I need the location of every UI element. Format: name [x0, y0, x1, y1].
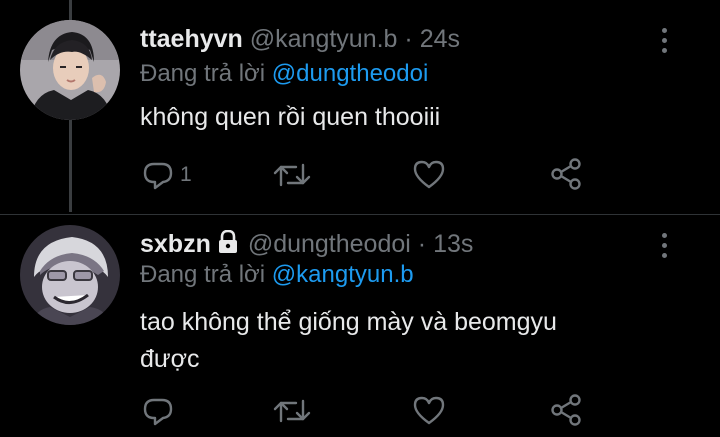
avatar-photo — [20, 20, 120, 120]
tweet-divider — [0, 214, 720, 215]
tweet-text-line: tao không thể giống mày và beomgyu — [140, 308, 557, 336]
replying-to-line: Đang trả lời @kangtyun.b — [140, 260, 414, 290]
share-icon — [551, 158, 581, 190]
reply-count: 1 — [180, 163, 192, 186]
like-icon — [413, 160, 445, 189]
share-button[interactable] — [549, 392, 583, 428]
tweet-text-line: được — [140, 345, 200, 373]
avatar[interactable] — [20, 20, 120, 120]
mention-link[interactable]: @kangtyun.b — [272, 261, 414, 288]
reply-icon — [143, 398, 173, 426]
timestamp[interactable]: 13s — [433, 230, 473, 258]
separator-dot: · — [404, 25, 413, 53]
like-button[interactable] — [412, 393, 446, 429]
retweet-button[interactable] — [272, 157, 312, 193]
reply-button[interactable] — [142, 393, 180, 429]
retweet-icon — [273, 399, 311, 423]
retweet-icon — [273, 163, 311, 187]
share-button[interactable] — [549, 156, 583, 192]
more-options-button[interactable] — [654, 231, 674, 261]
replying-prefix: Đang trả lời — [140, 60, 266, 87]
user-handle[interactable]: @kangtyun.b — [250, 25, 398, 53]
replying-to-line: Đang trả lời @dungtheodoi — [140, 59, 428, 89]
reply-button[interactable]: 1 — [142, 157, 192, 193]
retweet-button[interactable] — [272, 393, 312, 429]
like-button[interactable] — [412, 157, 446, 193]
user-handle[interactable]: @dungtheodoi — [248, 230, 411, 258]
avatar[interactable] — [20, 225, 120, 325]
tweet-header: ttaehyvn @kangtyun.b · 24s — [140, 24, 460, 54]
more-options-button[interactable] — [654, 26, 674, 56]
tweet-text: tao không thể giống mày và beomgyu được — [140, 304, 557, 378]
avatar-photo — [20, 225, 120, 325]
tweet-header: sxbzn @dungtheodoi · 13s — [140, 229, 473, 261]
tweet-text: không quen rồi quen thooiii — [140, 103, 441, 131]
display-name[interactable]: ttaehyvn — [140, 25, 243, 53]
replying-prefix: Đang trả lời — [140, 261, 266, 288]
lock-icon — [217, 229, 239, 261]
reply-icon — [143, 162, 173, 190]
separator-dot: · — [417, 230, 427, 258]
share-icon — [551, 394, 581, 426]
like-icon — [413, 396, 445, 425]
display-name[interactable]: sxbzn — [140, 230, 211, 258]
timestamp[interactable]: 24s — [420, 25, 460, 53]
mention-link[interactable]: @dungtheodoi — [272, 60, 429, 87]
